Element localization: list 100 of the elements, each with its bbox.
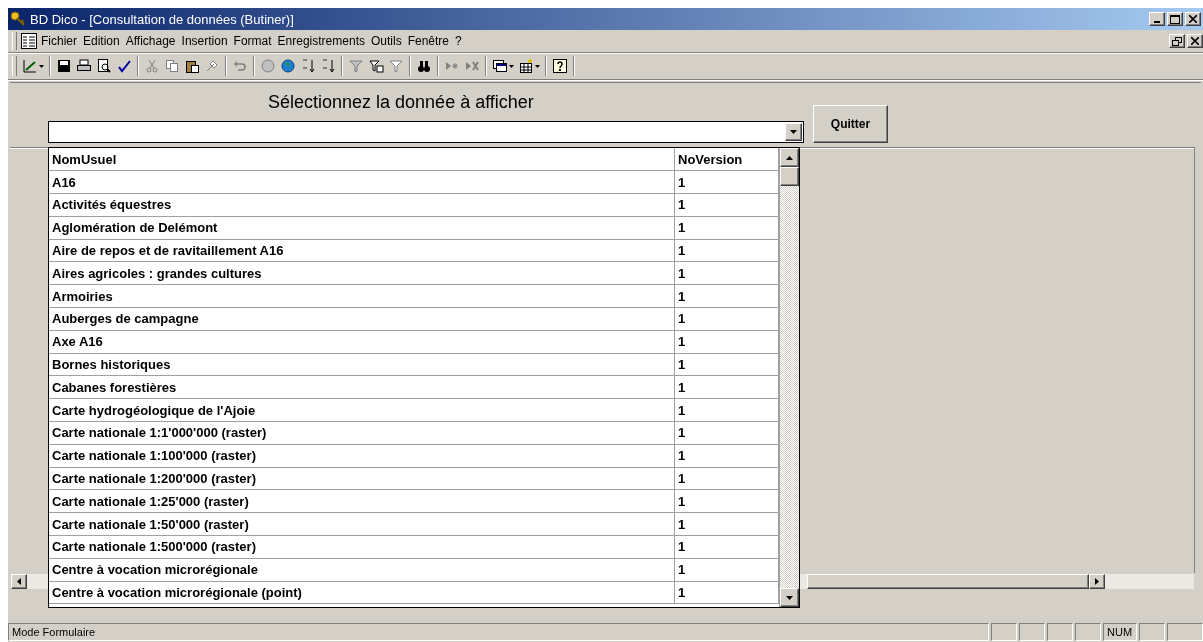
scroll-left-button[interactable] [11, 574, 27, 589]
status-panel [1139, 623, 1165, 641]
menu-item[interactable]: Affichage [122, 34, 179, 48]
status-panel [1075, 623, 1101, 641]
restore-button[interactable] [1169, 34, 1185, 48]
data-combo-box[interactable] [48, 121, 804, 143]
list-cell[interactable]: Carte nationale 1:500'000 (raster) [49, 535, 675, 559]
list-cell[interactable]: 1 [674, 330, 779, 354]
close-icon [1191, 37, 1199, 45]
status-panel [1047, 623, 1073, 641]
list-cell[interactable]: A16 [49, 170, 675, 194]
close-button[interactable] [1185, 12, 1201, 26]
restore-icon [1172, 36, 1182, 46]
num-lock-indicator: NUM [1103, 623, 1137, 641]
list-cell[interactable]: 1 [674, 398, 779, 422]
menu-item[interactable]: Edition [80, 34, 123, 48]
list-cell[interactable]: 1 [674, 535, 779, 559]
menu-item[interactable]: Insertion [178, 34, 231, 48]
filter-icon[interactable] [388, 58, 404, 74]
maximize-icon [1170, 14, 1180, 24]
minimize-button[interactable] [1149, 12, 1165, 26]
window-title: BD Dico - [Consultation de données (Butiner)] [30, 11, 295, 27]
list-cell[interactable]: Armoiries [49, 284, 675, 308]
sort-descending-icon[interactable] [320, 58, 336, 74]
list-cell[interactable]: 1 [674, 489, 779, 513]
close-icon [1189, 15, 1197, 23]
scroll-thumb[interactable] [807, 574, 1089, 589]
scroll-thumb[interactable] [780, 167, 799, 186]
chart-ruler-icon[interactable] [22, 58, 38, 74]
list-cell[interactable]: 1 [674, 444, 779, 468]
list-cell[interactable]: 1 [674, 216, 779, 240]
vertical-scrollbar[interactable] [779, 148, 799, 607]
list-cell[interactable]: 1 [674, 558, 779, 582]
help-icon[interactable] [552, 58, 568, 74]
list-cell[interactable]: Bornes historiques [49, 353, 675, 376]
list-cell[interactable]: 1 [674, 239, 779, 262]
list-cell[interactable]: 1 [674, 512, 779, 536]
maximize-button[interactable] [1167, 12, 1183, 26]
caret-icon[interactable] [39, 64, 44, 68]
list-cell[interactable]: Cabanes forestières [49, 375, 675, 399]
binoculars-icon[interactable] [416, 58, 432, 74]
list-cell[interactable]: 1 [674, 193, 779, 217]
list-cell[interactable]: Centre à vocation microrégionale (point) [49, 581, 675, 604]
filter-form-icon[interactable] [368, 58, 384, 74]
menu-item[interactable]: Fenêtre [404, 34, 452, 48]
status-panel [1019, 623, 1045, 641]
left-arrow-icon [17, 578, 21, 585]
print-icon[interactable] [76, 58, 92, 74]
caret-icon[interactable] [509, 64, 514, 68]
list-cell[interactable]: Aire de repos et de ravitaillement A16 [49, 239, 675, 262]
menu-item[interactable]: Format [230, 34, 275, 48]
list-cell[interactable]: 1 [674, 170, 779, 194]
list-cell[interactable]: 1 [674, 375, 779, 399]
list-cell[interactable]: 1 [674, 421, 779, 445]
list-cell[interactable]: 1 [674, 581, 779, 604]
list-cell[interactable]: Carte nationale 1:1'000'000 (raster) [49, 421, 675, 445]
list-cell[interactable]: 1 [674, 262, 779, 285]
list-cell[interactable]: Activités équestres [49, 193, 675, 217]
form-icon[interactable] [20, 32, 38, 50]
scroll-up-button[interactable] [780, 148, 799, 167]
paste-icon[interactable] [184, 58, 200, 74]
list-cell[interactable]: Aglomération de Delémont [49, 216, 675, 240]
caret-icon[interactable] [535, 64, 540, 68]
list-cell[interactable]: 1 [674, 307, 779, 331]
list-cell[interactable]: Carte nationale 1:50'000 (raster) [49, 512, 675, 536]
form-heading: Sélectionnez la donnée à afficher [268, 92, 534, 113]
list-cell[interactable]: Carte nationale 1:200'000 (raster) [49, 467, 675, 490]
column-header: NoVersion [674, 148, 779, 171]
status-mode: Mode Formulaire [8, 623, 989, 641]
right-arrow-icon [1095, 578, 1099, 585]
status-panel [991, 623, 1017, 641]
new-table-icon[interactable] [518, 58, 534, 74]
scroll-down-button[interactable] [780, 588, 799, 607]
list-cell[interactable]: Aires agricoles : grandes cultures [49, 262, 675, 285]
list-cell[interactable]: Auberges de campagne [49, 307, 675, 331]
status-panel [1167, 623, 1203, 641]
down-arrow-icon [786, 595, 793, 600]
copy-icon[interactable] [164, 58, 180, 74]
list-cell[interactable]: 1 [674, 467, 779, 490]
print-preview-icon[interactable] [96, 58, 112, 74]
menu-item[interactable]: ? [452, 34, 465, 48]
list-cell[interactable]: Carte hydrogéologique de l'Ajoie [49, 398, 675, 422]
menu-item[interactable]: Enregistrements [274, 34, 368, 48]
spelling-check-icon[interactable] [116, 58, 132, 74]
list-cell[interactable]: Carte nationale 1:100'000 (raster) [49, 444, 675, 468]
list-cell[interactable]: Carte nationale 1:25'000 (raster) [49, 489, 675, 513]
close-button[interactable] [1187, 34, 1203, 48]
up-arrow-icon [786, 155, 793, 160]
list-cell[interactable]: 1 [674, 284, 779, 308]
list-cell[interactable]: Axe A16 [49, 330, 675, 354]
quit-button[interactable]: Quitter [813, 105, 888, 143]
menu-item[interactable]: Fichier [38, 34, 80, 48]
window-icon[interactable] [492, 58, 508, 74]
list-cell[interactable]: Centre à vocation microrégionale [49, 558, 675, 582]
key-icon [10, 11, 26, 27]
menu-item[interactable]: Outils [367, 34, 405, 48]
list-cell[interactable]: 1 [674, 353, 779, 376]
sort-ascending-icon[interactable] [300, 58, 316, 74]
save-icon[interactable] [56, 58, 72, 74]
scroll-right-button[interactable] [1089, 574, 1105, 589]
